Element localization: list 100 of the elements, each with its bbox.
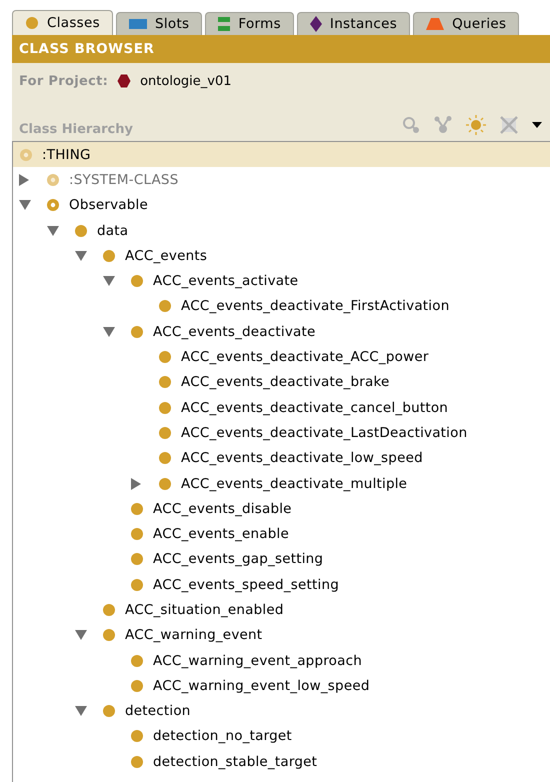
tree-row[interactable]: ACC_warning_event_low_speed — [13, 673, 550, 699]
class-name: ACC_events_deactivate_ACC_power — [181, 349, 429, 366]
collapsed-arrow-icon[interactable] — [19, 174, 29, 186]
class-icon — [74, 224, 88, 238]
expanded-arrow-icon[interactable] — [75, 630, 87, 640]
class-icon — [130, 654, 144, 668]
tree-row[interactable]: data — [13, 218, 550, 244]
class-icon — [130, 754, 144, 769]
class-icon — [158, 426, 172, 440]
expanded-arrow-icon[interactable] — [19, 200, 31, 210]
class-icon — [130, 527, 144, 542]
tab[interactable]: Queries — [413, 12, 520, 35]
class-name: ACC_events_deactivate_FirstActivation — [181, 298, 450, 314]
expanded-arrow-icon[interactable] — [75, 706, 87, 716]
class-name: ACC_events_enable — [153, 526, 289, 542]
expanded-arrow-icon[interactable] — [75, 250, 87, 261]
tree-row[interactable]: ACC_events_deactivate_multiple — [13, 470, 550, 496]
class-name: :THING — [42, 146, 91, 163]
tree-row[interactable]: ACC_events — [13, 243, 550, 268]
class-icon — [130, 552, 144, 566]
tab[interactable]: Forms — [205, 12, 294, 35]
class-icon — [130, 274, 144, 288]
tree-row[interactable]: ACC_warning_event_approach — [13, 648, 550, 674]
class-name: ACC_events_deactivate_LastDeactivation — [181, 424, 468, 441]
tree-row[interactable]: ACC_events_deactivate_brake — [13, 370, 550, 395]
tree-row[interactable]: :THING — [13, 142, 550, 168]
class-icon — [130, 324, 144, 339]
tree-row[interactable]: ACC_events_activate — [13, 268, 550, 294]
class-icon — [158, 299, 172, 314]
tree-row[interactable]: ACC_events_speed_setting — [13, 572, 550, 598]
tree-row[interactable]: ACC_events_deactivate_LastDeactivation — [13, 420, 550, 446]
tab[interactable]: Instances — [296, 12, 410, 35]
class-name: detection — [125, 703, 191, 720]
class-icon — [158, 375, 172, 390]
hexagon-icon — [117, 74, 132, 88]
tree-row[interactable]: ACC_events_deactivate — [13, 319, 550, 344]
tree-row[interactable]: ACC_events_deactivate_FirstActivation — [13, 294, 550, 320]
class-icon — [158, 451, 172, 466]
dropdown-caret-icon[interactable] — [532, 122, 542, 128]
trapezoid-icon — [426, 18, 444, 30]
class-name: ACC_events_disable — [153, 500, 292, 517]
expanded-arrow-icon[interactable] — [103, 276, 115, 286]
tab[interactable]: Classes — [12, 10, 113, 35]
tree-row[interactable]: Observable — [13, 192, 550, 218]
expanded-arrow-icon[interactable] — [103, 326, 115, 337]
tree-row[interactable]: ACC_events_deactivate_ACC_power — [13, 344, 550, 370]
tree-row[interactable]: ACC_warning_event — [13, 622, 550, 648]
circle-icon — [25, 16, 39, 30]
project-name: ontologie_v01 — [140, 74, 232, 88]
tab[interactable]: Slots — [116, 12, 202, 35]
tree-row[interactable]: ACC_events_deactivate_low_speed — [13, 446, 550, 471]
tree-row[interactable]: detection — [13, 698, 550, 724]
tree-row[interactable]: ACC_situation_enabled — [13, 597, 550, 623]
project-label: For Project: — [19, 74, 108, 88]
class-icon — [130, 502, 144, 516]
panel-title: CLASS BROWSER — [12, 35, 550, 63]
class-icon — [102, 248, 116, 263]
tree-row[interactable]: ACC_events_enable — [13, 521, 550, 547]
class-icon — [130, 678, 144, 693]
class-name: ACC_warning_event_low_speed — [153, 678, 370, 694]
tree-row[interactable]: detection_stable_target — [13, 749, 550, 774]
form-icon — [218, 17, 230, 31]
class-icon — [130, 578, 144, 592]
class-icon — [102, 704, 116, 718]
class-name: ACC_events_gap_setting — [153, 551, 324, 568]
class-name: ACC_events_deactivate_brake — [181, 374, 390, 390]
class-name: ACC_events — [125, 248, 208, 264]
class-name: ACC_events_deactivate_multiple — [181, 476, 408, 492]
class-name: ACC_events_deactivate — [153, 324, 316, 340]
expanded-arrow-icon[interactable] — [47, 226, 59, 236]
class-icon — [158, 476, 172, 490]
class-name: detection_stable_target — [153, 754, 318, 770]
diamond-icon — [310, 16, 322, 32]
class-icon — [46, 198, 60, 212]
class-name: detection_no_target — [153, 728, 292, 744]
class-name: ACC_warning_event — [125, 627, 262, 644]
tree-row[interactable]: ACC_events_gap_setting — [13, 546, 550, 572]
tree-row[interactable]: detection_no_target — [13, 724, 550, 750]
class-icon — [19, 148, 33, 162]
class-icon — [158, 400, 172, 415]
class-name: :SYSTEM-CLASS — [69, 172, 178, 188]
class-icon — [158, 350, 172, 364]
tree-row[interactable]: :SYSTEM-CLASS — [13, 167, 550, 193]
class-name: ACC_events_deactivate_cancel_button — [181, 400, 448, 416]
class-icon — [102, 628, 116, 642]
tree-row[interactable]: ACC_events_disable — [13, 496, 550, 522]
class-icon — [130, 729, 144, 744]
class-name: ACC_events_activate — [153, 273, 298, 290]
class-icon — [46, 172, 60, 187]
class-name: ACC_events_speed_setting — [153, 576, 339, 593]
class-name: Observable — [69, 197, 148, 214]
collapsed-arrow-icon[interactable] — [131, 478, 141, 490]
section-label: Class Hierarchy — [19, 122, 133, 136]
class-name: ACC_events_deactivate_low_speed — [181, 450, 423, 466]
tree-row[interactable]: ACC_events_deactivate_cancel_button — [13, 394, 550, 420]
class-name: data — [97, 222, 128, 239]
class-icon — [102, 602, 116, 617]
class-name: ACC_warning_event_approach — [153, 652, 362, 669]
class-name: ACC_situation_enabled — [125, 602, 284, 618]
rectangle-icon — [128, 19, 147, 29]
